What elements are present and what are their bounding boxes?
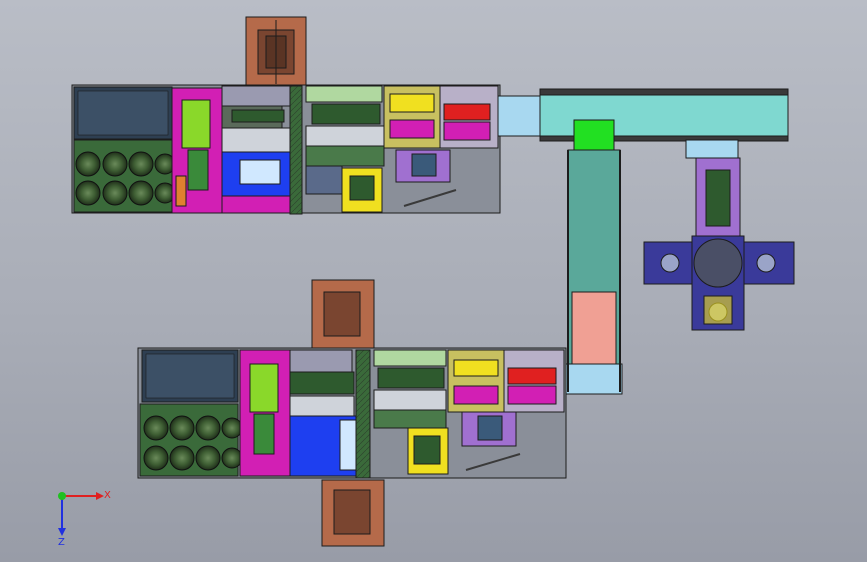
z-axis-label: Z — [58, 537, 65, 548]
lower-machine — [137, 279, 567, 547]
upper-reel-bank — [73, 139, 176, 213]
rotary-index-station — [643, 139, 795, 331]
upper-machine — [71, 16, 543, 215]
upper-top-feeder — [245, 16, 307, 86]
assembly-drawing: X Z — [58, 16, 795, 548]
cad-viewport[interactable]: X Z — [0, 0, 867, 562]
coordinate-triad — [58, 492, 104, 536]
x-axis-label: X — [104, 490, 111, 501]
